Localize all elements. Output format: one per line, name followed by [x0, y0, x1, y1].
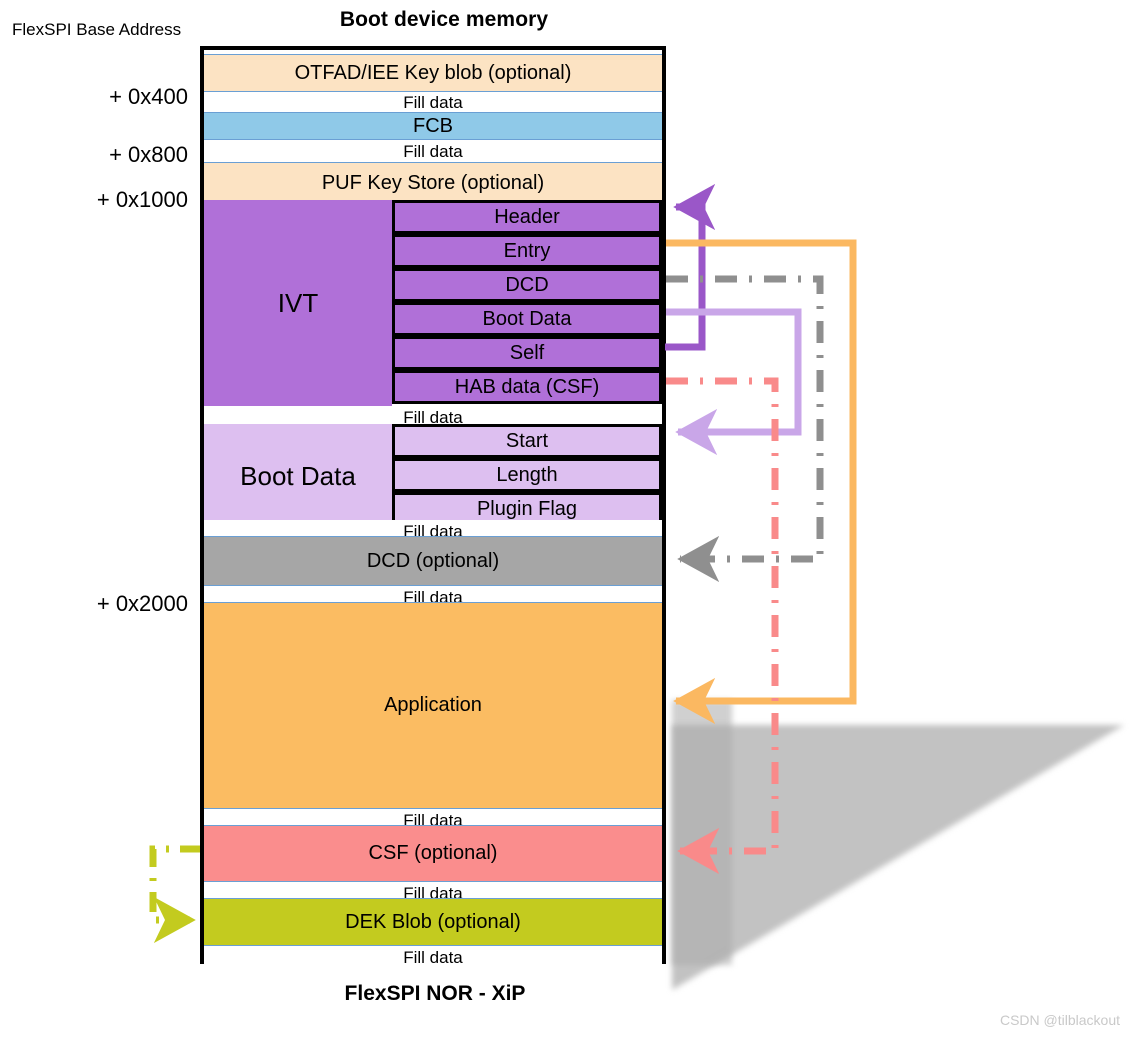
address-label-3: + 0x2000: [96, 591, 188, 616]
memory-subfield-ivt-1: Entry: [392, 234, 662, 268]
diagram-canvas: FlexSPI Base Address Boot device memory …: [0, 0, 1134, 1040]
memory-subfields-bootdata: Start Length Plugin Flag: [392, 424, 662, 528]
fill-data-row-17: Fill data: [204, 946, 662, 968]
memory-block-app: Application: [204, 602, 662, 809]
drop-shadow-band: [672, 700, 732, 965]
arrow-entry-to-application: [666, 239, 857, 725]
memory-block-label-ivt: IVT: [204, 200, 392, 406]
memory-subfield-ivt-4: Self: [392, 336, 662, 370]
fill-data-row-3: Fill data: [204, 140, 662, 162]
arrow-dcd-to-dcd-block: [666, 275, 824, 583]
memory-block-bootdata: Boot Data Start Length Plugin Flag: [204, 424, 662, 528]
page-title: Boot device memory: [339, 8, 549, 31]
address-label-0: + 0x400: [109, 84, 188, 109]
memory-block-ivt: IVT Header Entry DCD Boot Data Self HAB data (…: [204, 200, 662, 406]
memory-subfields-ivt: Header Entry DCD Boot Data Self HAB data (CSF…: [392, 200, 662, 406]
watermark: CSDN @tilblackout: [999, 1012, 1120, 1028]
base-address-label: FlexSPI Base Address: [12, 20, 182, 39]
memory-subfield-ivt-3: Boot Data: [392, 302, 662, 336]
arrow-self-to-header: [665, 183, 716, 351]
memory-block-fcb: FCB: [204, 112, 662, 140]
fill-data-row-1: Fill data: [204, 92, 662, 112]
memory-block-dcd: DCD (optional): [204, 536, 662, 586]
memory-block-label-bootdata: Boot Data: [204, 424, 392, 528]
arrow-csf-to-dek: [149, 845, 200, 944]
memory-block-puf: PUF Key Store (optional): [204, 162, 662, 204]
memory-block-csf: CSF (optional): [204, 825, 662, 882]
memory-map: OTFAD/IEE Key blob (optional) Fill data FC…: [200, 46, 666, 968]
arrow-bootdata-to-start: [666, 308, 802, 456]
memory-block-dek: DEK Blob (optional): [204, 898, 662, 946]
address-label-2: + 0x1000: [96, 187, 188, 212]
memory-subfield-bootdata-1: Length: [392, 458, 662, 492]
memory-subfield-ivt-5: HAB data (CSF): [392, 370, 662, 404]
drop-shadow-triangle: [672, 725, 1124, 990]
address-label-1: + 0x800: [109, 142, 188, 167]
footer-title: FlexSPI NOR - XiP: [344, 982, 526, 1005]
memory-block-otfad: OTFAD/IEE Key blob (optional): [204, 54, 662, 92]
memory-subfield-ivt-0: Header: [392, 200, 662, 234]
memory-subfield-ivt-2: DCD: [392, 268, 662, 302]
memory-subfield-bootdata-0: Start: [392, 424, 662, 458]
